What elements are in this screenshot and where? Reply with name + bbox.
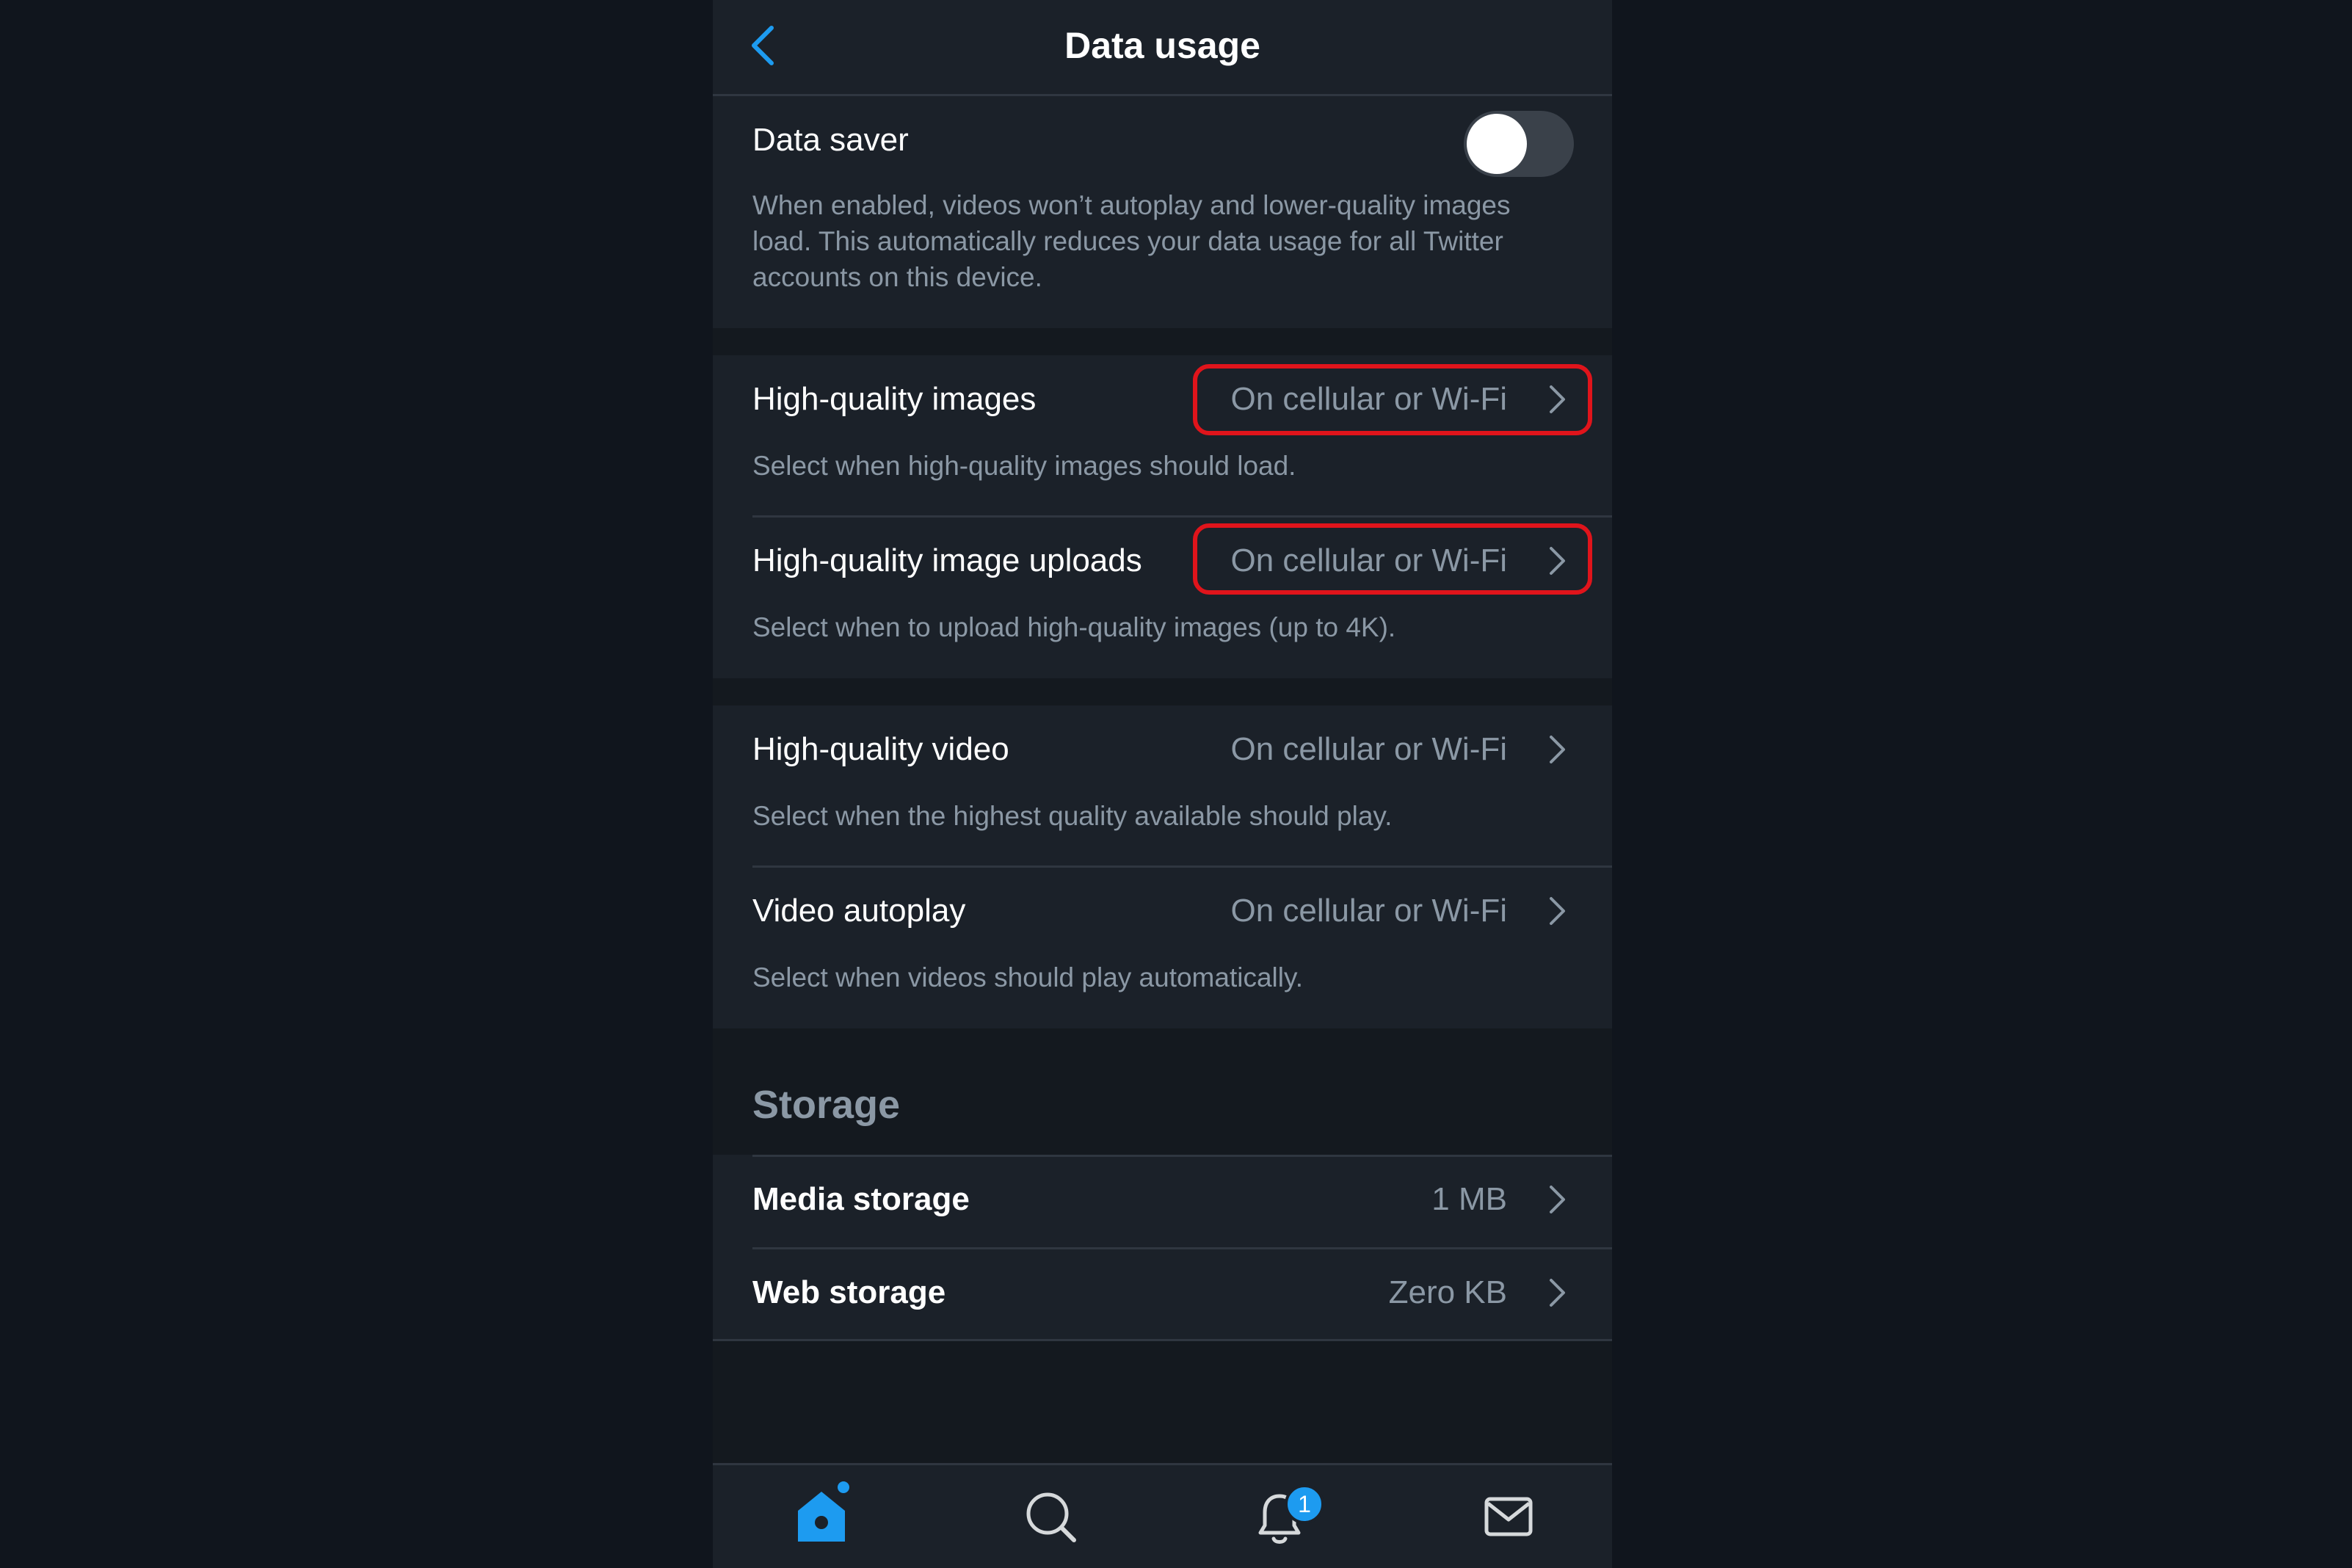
image-settings-section: High-quality images On cellular or Wi-Fi… [713,355,1612,678]
setting-title: High-quality video [752,731,1009,767]
tab-bar [713,1463,1612,1568]
data-saver-section: Data saver When enabled, videos won’t au… [713,96,1612,328]
navigation-bar: Data usage [713,0,1612,96]
data-saver-description: When enabled, videos won’t autoplay and … [752,190,1511,292]
notification-badge: 1 [1285,1484,1324,1524]
storage-value: 1 MB [1431,1181,1507,1217]
tab-search[interactable] [1014,1480,1087,1553]
chevron-right-icon [1550,1186,1565,1213]
video-settings-section: High-quality video On cellular or Wi-Fi … [713,705,1612,1028]
setting-description: Select when videos should play automatic… [752,962,1304,992]
mail-icon [1484,1497,1533,1536]
row-divider [713,1339,1612,1341]
storage-value: Zero KB [1388,1274,1507,1310]
setting-title: High-quality images [752,381,1037,417]
chevron-right-icon [1550,1279,1565,1307]
phone-screen: Data usage Data saver When enabled, vide… [713,0,1612,1568]
toggle-knob [1467,114,1527,174]
highlight-box [1193,523,1592,595]
setting-value[interactable]: On cellular or Wi-Fi [1231,890,1508,932]
tab-home[interactable] [785,1480,858,1553]
row-divider [752,865,1612,868]
storage-section: Media storage 1 MB Web storage Zero KB [713,1155,1612,1341]
row-divider [752,1155,1612,1157]
row-divider [752,1247,1612,1249]
data-saver-label: Data saver [752,122,909,158]
setting-title: Video autoplay [752,893,966,929]
setting-title: High-quality image uploads [752,542,1142,578]
storage-section-header: Storage [752,1083,901,1127]
setting-description: Select when to upload high-quality image… [752,612,1396,642]
setting-description: Select when high-quality images should l… [752,451,1296,481]
search-icon [1026,1492,1076,1542]
row-divider [752,515,1612,518]
chevron-right-icon [1550,736,1565,763]
storage-title: Web storage [752,1274,946,1310]
data-saver-toggle[interactable] [1464,111,1574,177]
page-title: Data usage [1064,25,1260,66]
highlight-box [1193,364,1592,435]
home-icon [798,1481,849,1542]
setting-description: Select when the highest quality availabl… [752,801,1393,831]
tab-messages[interactable] [1472,1480,1545,1553]
storage-title: Media storage [752,1181,970,1217]
setting-value[interactable]: On cellular or Wi-Fi [1231,729,1508,770]
chevron-right-icon [1550,897,1565,925]
